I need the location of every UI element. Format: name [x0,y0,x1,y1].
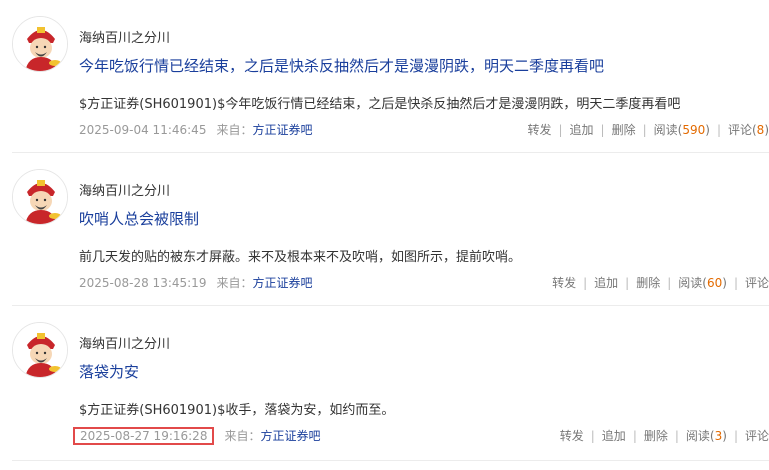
read-count: 60 [706,276,723,290]
append-button[interactable]: 追加 [570,123,594,137]
comment-link[interactable]: 评论(8) [728,123,769,137]
post-title[interactable]: 吹哨人总会被限制 [79,208,199,229]
from-label: 来自： [224,429,261,443]
divider: | [733,429,738,443]
delete-button[interactable]: 删除 [636,276,660,290]
post-actions: 转发 | 追加 | 删除 | 阅读(60) | 评论 [552,274,769,291]
from-label: 来自： [216,123,253,137]
delete-button[interactable]: 删除 [644,429,668,443]
post-actions: 转发 | 追加 | 删除 | 阅读(590) | 评论(8) [527,121,769,138]
divider: | [625,276,630,290]
read-count: 590 [682,123,706,137]
avatar[interactable] [12,322,68,378]
divider: | [600,123,605,137]
read-count-link[interactable]: 阅读(590) [654,123,710,137]
comment-label: 评论 [744,276,769,290]
post-item: 海纳百川之分川 落袋为安 $方正证券(SH601901)$收手，落袋为安，如约而… [12,306,769,461]
comment-link[interactable]: 评论 [745,429,769,443]
read-close: ) [722,429,727,443]
source-link[interactable]: 方正证券吧 [252,276,312,290]
avatar[interactable] [12,169,68,225]
post-body: $方正证券(SH601901)$收手，落袋为安，如约而至。 [79,403,395,418]
highlighted-post-time: 2025-08-27 19:16:28 [73,427,215,445]
repost-button[interactable]: 转发 [552,276,576,290]
author-name[interactable]: 海纳百川之分川 [79,180,170,199]
repost-button[interactable]: 转发 [560,429,584,443]
read-label: 阅读( [678,276,707,290]
caishen-avatar-icon [13,170,67,224]
post-title[interactable]: 今年吃饭行情已经结束，之后是快杀反抽然后才是漫漫阴跌，明天二季度再看吧 [79,55,604,76]
comment-link[interactable]: 评论 [745,276,769,290]
author-name[interactable]: 海纳百川之分川 [79,333,170,352]
divider: | [590,429,595,443]
post-item: 海纳百川之分川 今年吃饭行情已经结束，之后是快杀反抽然后才是漫漫阴跌，明天二季度… [12,0,769,153]
from-label: 来自： [216,276,253,290]
post-meta: 2025-08-27 19:16:28 来自：方正证券吧 [73,427,320,445]
divider: | [674,429,679,443]
append-button[interactable]: 追加 [594,276,618,290]
read-count-link[interactable]: 阅读(60) [678,276,727,290]
read-label: 阅读( [653,123,683,137]
post-item: 海纳百川之分川 吹哨人总会被限制 前几天发的贴的被东才屏蔽。来不及根本来不及吹哨… [12,153,769,306]
read-label: 阅读( [685,429,715,443]
comment-label: 评论 [744,429,769,443]
divider: | [667,276,672,290]
read-close: ) [705,123,710,137]
divider: | [733,276,738,290]
post-meta: 2025-09-04 11:46:45 来自：方正证券吧 [79,121,312,138]
comment-close: ) [764,123,769,137]
divider: | [642,123,647,137]
comment-label: 评论( [727,123,757,137]
delete-button[interactable]: 删除 [612,123,636,137]
avatar[interactable] [12,16,68,72]
source-link[interactable]: 方正证券吧 [260,429,320,443]
divider: | [632,429,637,443]
source-link[interactable]: 方正证券吧 [252,123,312,137]
post-time: 2025-08-28 13:45:19 [79,276,207,290]
append-button[interactable]: 追加 [602,429,626,443]
post-time: 2025-09-04 11:46:45 [79,123,207,137]
divider: | [558,123,563,137]
divider: | [583,276,588,290]
caishen-avatar-icon [13,323,67,377]
divider: | [716,123,721,137]
post-body: $方正证券(SH601901)$今年吃饭行情已经结束，之后是快杀反抽然后才是漫漫… [79,97,681,112]
read-close: ) [722,276,727,290]
caishen-avatar-icon [13,17,67,71]
post-title[interactable]: 落袋为安 [79,361,139,382]
post-actions: 转发 | 追加 | 删除 | 阅读(3) | 评论 [560,427,769,444]
read-count-link[interactable]: 阅读(3) [686,429,727,443]
post-body: 前几天发的贴的被东才屏蔽。来不及根本来不及吹哨，如图所示，提前吹哨。 [79,250,522,265]
post-meta: 2025-08-28 13:45:19 来自：方正证券吧 [79,274,312,291]
author-name[interactable]: 海纳百川之分川 [79,27,170,46]
post-feed: 海纳百川之分川 今年吃饭行情已经结束，之后是快杀反抽然后才是漫漫阴跌，明天二季度… [0,0,769,470]
repost-button[interactable]: 转发 [527,123,551,137]
